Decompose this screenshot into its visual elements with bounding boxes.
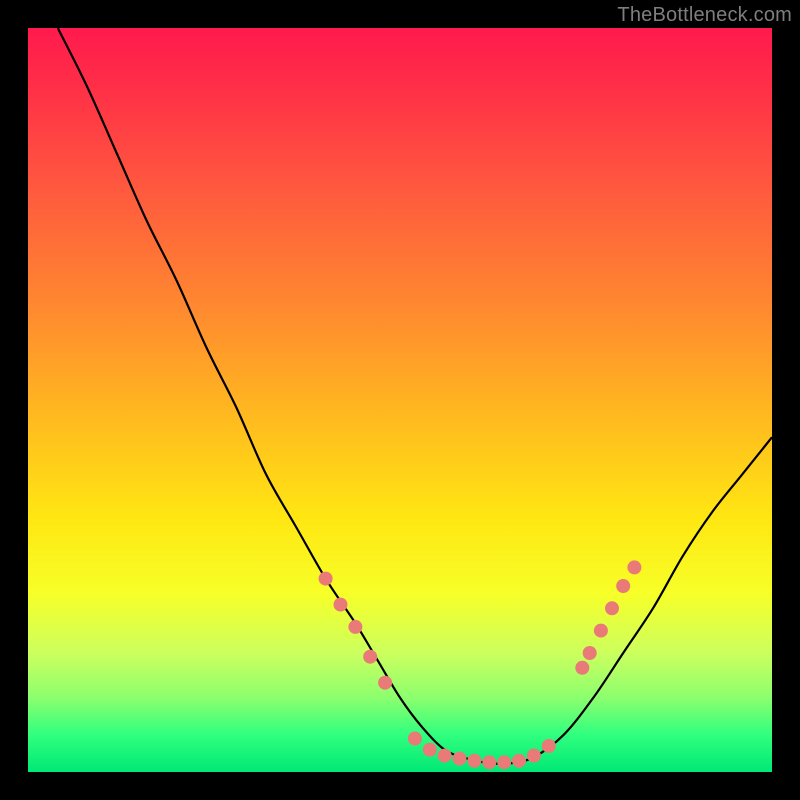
- marker-group: [319, 560, 642, 769]
- data-marker: [482, 755, 496, 769]
- data-marker: [512, 754, 526, 768]
- data-marker: [497, 755, 511, 769]
- data-marker: [363, 650, 377, 664]
- data-marker: [334, 598, 348, 612]
- data-marker: [583, 646, 597, 660]
- data-marker: [542, 739, 556, 753]
- data-marker: [453, 752, 467, 766]
- data-marker: [423, 743, 437, 757]
- data-marker: [378, 676, 392, 690]
- data-marker: [467, 754, 481, 768]
- data-marker: [575, 661, 589, 675]
- plot-area: [28, 28, 772, 772]
- chart-svg: [28, 28, 772, 772]
- data-marker: [408, 732, 422, 746]
- data-marker: [627, 560, 641, 574]
- data-marker: [319, 572, 333, 586]
- data-marker: [594, 624, 608, 638]
- data-marker: [605, 601, 619, 615]
- data-marker: [438, 749, 452, 763]
- bottleneck-curve: [58, 28, 772, 764]
- data-marker: [348, 620, 362, 634]
- data-marker: [616, 579, 630, 593]
- chart-frame: TheBottleneck.com: [0, 0, 800, 800]
- data-marker: [527, 749, 541, 763]
- watermark-label: TheBottleneck.com: [617, 4, 792, 27]
